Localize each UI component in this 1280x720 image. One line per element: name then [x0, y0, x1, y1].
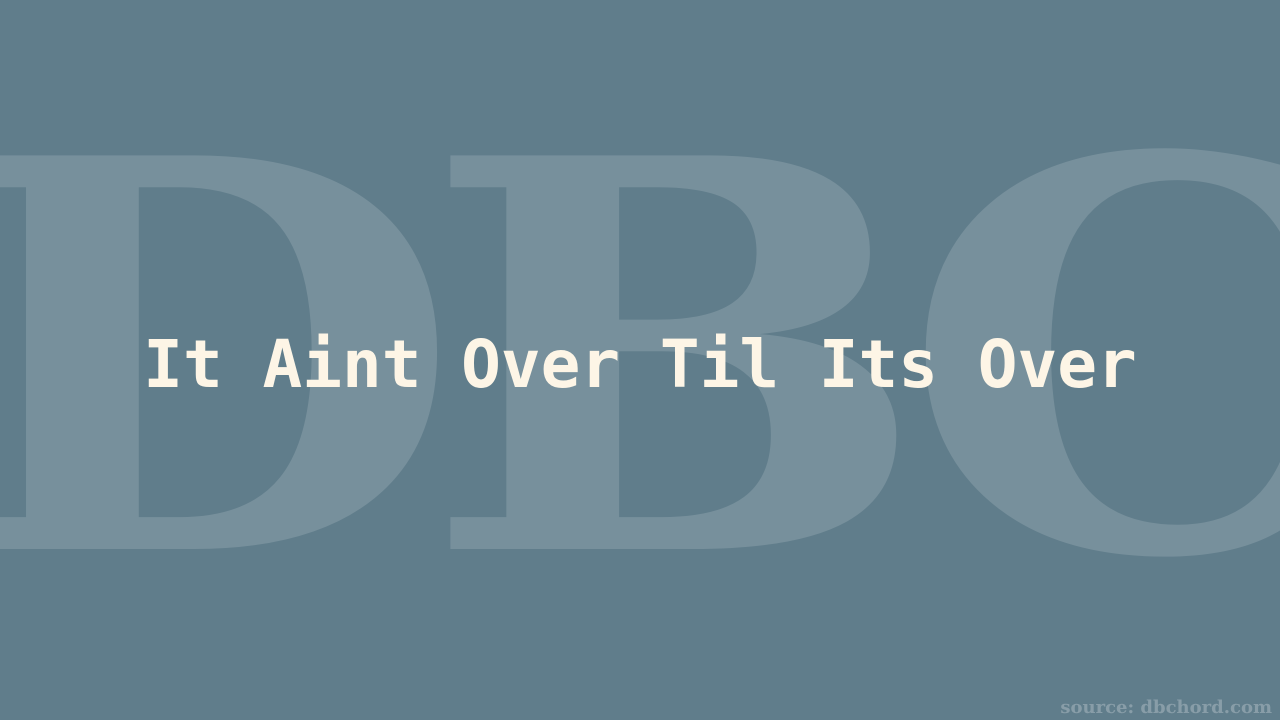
- source-credit: source: dbchord.com: [1060, 697, 1272, 718]
- song-title: It Aint Over Til Its Over: [143, 326, 1137, 403]
